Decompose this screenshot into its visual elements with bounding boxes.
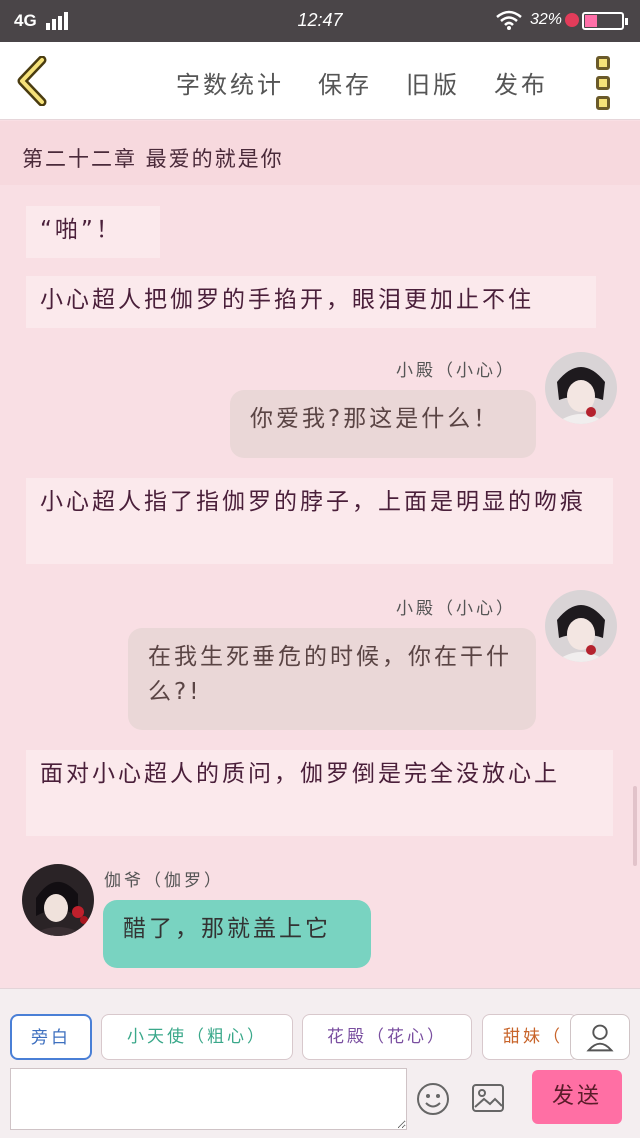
role-button[interactable]: 小天使（粗心）	[101, 1014, 293, 1060]
chat-bubble[interactable]: 在我生死垂危的时候，你在干什么?!	[128, 628, 536, 730]
role-narrator-button[interactable]: 旁白	[10, 1014, 92, 1060]
word-count-button[interactable]: 字数统计	[176, 65, 284, 100]
more-menu-button[interactable]	[594, 56, 614, 110]
speaker-name: 小殿（小心）	[396, 599, 516, 619]
user-icon[interactable]	[570, 1014, 630, 1060]
chat-bubble[interactable]: 你爱我?那这是什么！	[230, 390, 536, 458]
back-button[interactable]	[14, 56, 58, 106]
chat-bubble[interactable]: 醋了，那就盖上它	[103, 900, 371, 968]
role-button[interactable]: 甜妹（	[482, 1014, 578, 1060]
role-selector-bar: 旁白 小天使（粗心） 花殿（花心） 甜妹（	[0, 988, 640, 1066]
role-button[interactable]: 花殿（花心）	[302, 1014, 472, 1060]
speaker-name: 小殿（小心）	[396, 361, 516, 381]
battery-percent: 32%	[530, 11, 563, 28]
editor-header: 字数统计 保存 旧版 发布	[0, 42, 640, 120]
narration-block[interactable]: “啪”！	[26, 206, 160, 258]
charging-icon	[565, 13, 579, 27]
narration-block[interactable]: 小心超人指了指伽罗的脖子，上面是明显的吻痕	[26, 478, 613, 564]
avatar[interactable]	[545, 590, 617, 662]
publish-button[interactable]: 发布	[494, 65, 548, 100]
smiley-icon[interactable]	[416, 1082, 450, 1116]
chapter-header: 第二十二章 最爱的就是你	[0, 121, 640, 185]
narration-block[interactable]: 小心超人把伽罗的手掐开，眼泪更加止不住	[26, 276, 596, 328]
scrollbar[interactable]	[633, 786, 637, 866]
save-button[interactable]: 保存	[318, 65, 372, 100]
avatar[interactable]	[22, 864, 94, 936]
battery-level-fill	[585, 15, 597, 27]
input-bar: 发送	[0, 1066, 640, 1138]
old-version-button[interactable]: 旧版	[406, 65, 460, 100]
image-icon[interactable]	[471, 1083, 505, 1113]
speaker-name: 伽爷（伽罗）	[104, 871, 224, 891]
narration-block[interactable]: 面对小心超人的质问，伽罗倒是完全没放心上	[26, 750, 613, 836]
wifi-icon	[496, 10, 522, 30]
message-input[interactable]	[10, 1068, 407, 1130]
avatar[interactable]	[545, 352, 617, 424]
status-bar: 4G 12:47 32%	[0, 0, 640, 42]
chapter-title[interactable]: 第二十二章 最爱的就是你	[22, 143, 284, 173]
send-button[interactable]: 发送	[532, 1070, 622, 1124]
battery-icon	[582, 12, 628, 30]
